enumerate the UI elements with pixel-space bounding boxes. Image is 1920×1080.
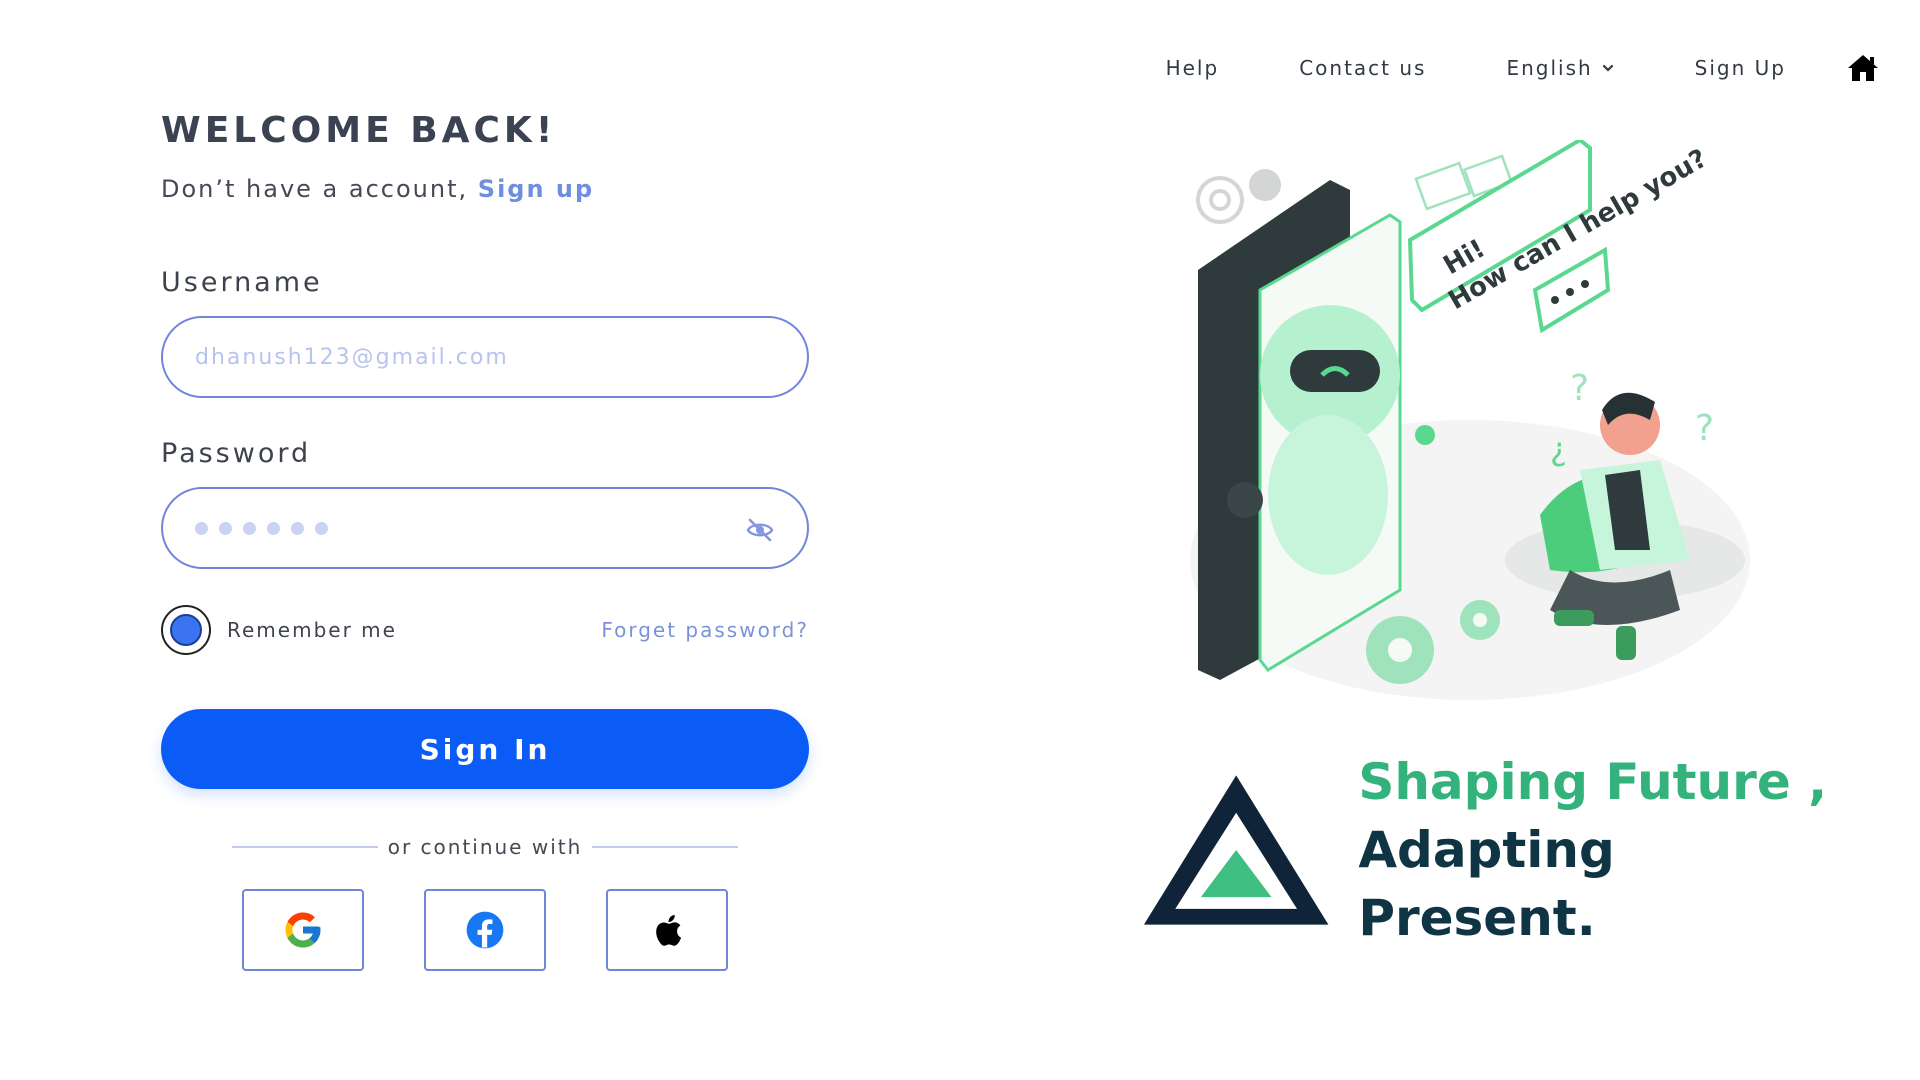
gear-icon xyxy=(1196,176,1244,224)
question-mark-icon: ? xyxy=(1570,368,1589,409)
google-login-button[interactable] xyxy=(242,889,364,971)
username-field-wrapper xyxy=(161,316,809,398)
signup-prompt: Don’t have a account, Sign up xyxy=(161,175,809,203)
nav-contact-link[interactable]: Contact us xyxy=(1299,56,1426,80)
tagline-line-2: Adapting Present. xyxy=(1358,821,1615,947)
question-mark-icon: ? xyxy=(1695,408,1714,449)
brand-tagline: Shaping Future , Adapting Present. xyxy=(1358,748,1860,952)
signup-link[interactable]: Sign up xyxy=(478,175,594,203)
divider-line xyxy=(231,846,378,848)
password-label: Password xyxy=(161,438,312,469)
password-dot xyxy=(291,521,304,535)
password-dot xyxy=(267,521,280,535)
sign-in-button[interactable]: Sign In xyxy=(161,709,809,789)
language-dropdown[interactable]: English xyxy=(1506,56,1614,80)
forgot-password-link[interactable]: Forget password? xyxy=(601,618,809,642)
page-title: WELCOME BACK! xyxy=(161,110,557,151)
google-icon xyxy=(285,912,321,948)
options-row: Remember me Forget password? xyxy=(161,605,809,655)
username-label: Username xyxy=(161,267,323,298)
speech-bubble: Hi! How can I help you? xyxy=(1407,140,1712,334)
triangle-logo-icon xyxy=(1143,775,1329,925)
eye-off-icon[interactable] xyxy=(745,515,775,545)
password-dot xyxy=(243,521,256,535)
remember-radio-fill xyxy=(170,614,202,646)
brand-block: Shaping Future , Adapting Present. xyxy=(1140,753,1860,947)
username-input[interactable] xyxy=(195,344,775,370)
facebook-login-button[interactable] xyxy=(424,889,546,971)
facebook-icon xyxy=(466,911,504,949)
remember-me-toggle[interactable]: Remember me xyxy=(161,605,397,655)
nav-help-link[interactable]: Help xyxy=(1166,56,1220,80)
password-mask xyxy=(195,521,328,535)
tagline-line-1: Shaping Future , xyxy=(1358,753,1828,811)
password-field[interactable] xyxy=(161,487,809,569)
password-dot xyxy=(315,521,328,535)
language-label: English xyxy=(1506,56,1593,80)
remember-radio[interactable] xyxy=(161,605,211,655)
gear-icon xyxy=(1249,169,1281,201)
divider-text: or continue with xyxy=(387,835,583,859)
password-dot xyxy=(219,521,232,535)
remember-me-label: Remember me xyxy=(227,618,397,642)
divider-line xyxy=(592,846,739,848)
chatbot-illustration: Hi! How can I help you? ? ? ¿ xyxy=(1190,140,1750,700)
question-mark-icon: ¿ xyxy=(1550,430,1567,468)
password-dot xyxy=(195,521,208,535)
continue-divider: or continue with xyxy=(161,835,809,859)
signup-prompt-text: Don’t have a account, xyxy=(161,175,469,203)
nav-signup-link[interactable]: Sign Up xyxy=(1695,56,1786,80)
chevron-down-icon xyxy=(1602,64,1613,72)
social-login-buttons xyxy=(161,889,809,971)
login-form: WELCOME BACK! Don’t have a account, Sign… xyxy=(161,110,809,971)
apple-login-button[interactable] xyxy=(606,889,728,971)
top-nav: Help Contact us English Sign Up xyxy=(1166,48,1880,88)
home-icon[interactable] xyxy=(1846,51,1880,85)
apple-icon xyxy=(656,914,682,946)
